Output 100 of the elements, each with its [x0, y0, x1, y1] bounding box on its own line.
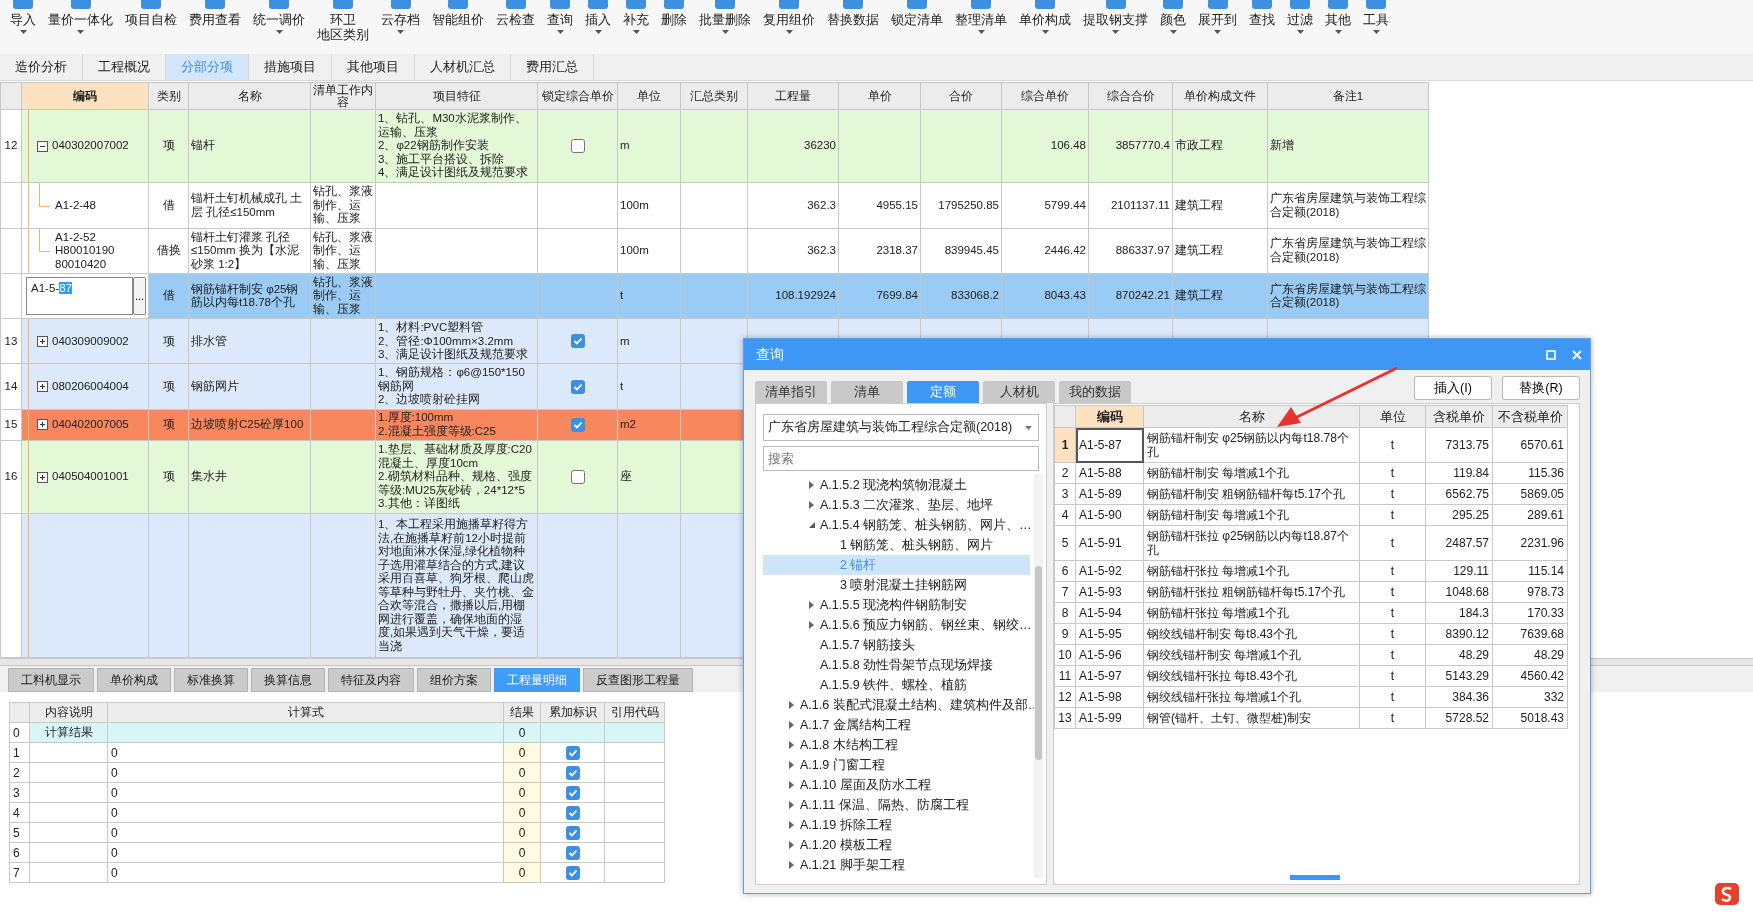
column-header[interactable]: 锁定综合单价	[537, 82, 618, 110]
tree-item[interactable]: A.1.5.8 劲性骨架节点现场焊接	[763, 655, 1030, 675]
column-header[interactable]: 单价构成文件	[1172, 82, 1268, 110]
toolbar-button[interactable]: 过滤	[1281, 0, 1319, 34]
table-row[interactable]: 1 A1-5-87 钢筋锚杆制安 φ25钢筋以内每t18.78个孔 t 7313.75 6570.61	[1054, 427, 1568, 463]
column-header[interactable]: 累加标识	[540, 702, 605, 723]
table-row[interactable]: 8 A1-5-94 钢筋锚杆张拉 每增减1个孔 t 184.3 170.33	[1054, 602, 1568, 624]
toolbar-button[interactable]: 删除	[655, 0, 693, 28]
table-row[interactable]: 6 A1-5-92 钢筋锚杆张拉 每增减1个孔 t 129.11 115.14	[1054, 560, 1568, 582]
table-row[interactable]: 3 A1-5-89 钢筋锚杆制安 粗钢筋锚杆每t5.17个孔 t 6562.75 5869.05	[1054, 483, 1568, 505]
tab[interactable]: 反查图形工程量	[583, 668, 693, 692]
column-header[interactable]: 清单工作内容	[310, 82, 376, 110]
tree-item[interactable]: 1 钢筋笼、桩头钢筋、网片	[763, 535, 1030, 555]
table-row[interactable]: 9 A1-5-95 钢绞线锚杆制安 每t8.43个孔 t 8390.12 7639.68	[1054, 623, 1568, 645]
toolbar-button[interactable]: 环卫 地区类别	[311, 0, 375, 43]
toolbar-button[interactable]: 云存档	[375, 0, 426, 34]
tree-item[interactable]: A.1.5.6 预应力钢筋、钢丝束、钢绞…	[763, 615, 1030, 635]
tab[interactable]: 人材机汇总	[415, 54, 511, 80]
toolbar-button[interactable]: 其他	[1319, 0, 1357, 34]
toolbar-button[interactable]: 工具	[1357, 0, 1395, 34]
tree-item[interactable]: A.1.20 模板工程	[763, 835, 1030, 855]
toolbar-button[interactable]: 批量删除	[693, 0, 757, 34]
column-header[interactable]: 综合单价	[1001, 82, 1089, 110]
tree-item[interactable]: A.1.9 门窗工程	[763, 755, 1030, 775]
column-header[interactable]: 结果	[503, 702, 541, 723]
table-row[interactable]: 5 A1-5-91 钢筋锚杆张拉 φ25钢筋以内每t18.87个孔 t 2487.57 2231.96	[1054, 525, 1568, 561]
column-header[interactable]: 单位	[1359, 405, 1426, 428]
column-header[interactable]: 含税单价	[1425, 405, 1493, 428]
dialog-button[interactable]: 插入(I)	[1414, 376, 1492, 400]
column-header[interactable]: 类别	[148, 82, 189, 110]
toolbar-button[interactable]: 量价一体化	[42, 0, 119, 34]
column-header[interactable]: 综合合价	[1088, 82, 1173, 110]
toolbar-button[interactable]: 补充	[617, 0, 655, 34]
tree-item[interactable]: A.1.5.9 铁件、螺栓、植筋	[763, 675, 1030, 695]
tree-item[interactable]: A.1.5.7 钢筋接头	[763, 635, 1030, 655]
toolbar-button[interactable]: 导入	[4, 0, 42, 34]
tab[interactable]: 组价方案	[417, 668, 491, 692]
column-header[interactable]: 单位	[617, 82, 681, 110]
column-header[interactable]: 内容说明	[29, 702, 108, 723]
tab[interactable]: 费用汇总	[511, 54, 594, 80]
table-row[interactable]: 12 A1-5-98 钢绞线锚杆张拉 每增减1个孔 t 384.36 332	[1054, 686, 1568, 708]
tree-item[interactable]: A.1.10 屋面及防水工程	[763, 775, 1030, 795]
toolbar-button[interactable]: 复用组价	[757, 0, 821, 34]
toolbar-button[interactable]: 单价构成	[1013, 0, 1077, 34]
column-header[interactable]: 编码	[21, 82, 149, 110]
tab[interactable]: 单价构成	[97, 668, 171, 692]
toolbar-button[interactable]: 统一调价	[247, 0, 311, 34]
toolbar-button[interactable]: 项目自检	[119, 0, 183, 28]
table-row[interactable]: 12 040302007002 项 锚杆 1、钻孔、M30水泥浆制作、运输、压浆 2、φ22钢筋制作安装 3、施工平台搭设、拆除 4、满足设计图纸及规范要求 m 36230 106.48 3857770.4 市政工程 新增	[0, 109, 1429, 183]
column-header[interactable]: 合价	[920, 82, 1002, 110]
toolbar-button[interactable]: 查询	[541, 0, 579, 34]
column-header[interactable]: 备注1	[1267, 82, 1429, 110]
toolbar-button[interactable]: 整理清单	[949, 0, 1013, 34]
table-row[interactable]: 11 A1-5-97 钢绞线锚杆张拉 每t8.43个孔 t 5143.29 4560.42	[1054, 665, 1568, 687]
column-header[interactable]: 不含税单价	[1492, 405, 1568, 428]
tree-item[interactable]: A.1.5.2 现浇构筑物混凝土	[763, 475, 1030, 495]
tab[interactable]: 换算信息	[251, 668, 325, 692]
table-row[interactable]: A1-2-52 H80010190 80010420 借换 锚杆土钉灌浆 孔径≤150mm 换为【水泥砂浆 1:2】 钻孔、浆液制作、运输、压浆 100m 362.3 2318.37 839945.45 2446.42 886337.97 建筑工程 广东省房屋建筑与装饰工程综合定额(2018)	[0, 228, 1429, 274]
picker-button[interactable]: ...	[133, 277, 146, 316]
tree-item[interactable]: A.1.8 木结构工程	[763, 735, 1030, 755]
table-row[interactable]: 10 A1-5-96 钢绞线锚杆制安 每增减1个孔 t 48.29 48.29	[1054, 644, 1568, 666]
library-select[interactable]: 广东省房屋建筑与装饰工程综合定额(2018)	[763, 414, 1039, 441]
toolbar-button[interactable]: 费用查看	[183, 0, 247, 28]
column-header[interactable]: 项目特征	[375, 82, 538, 110]
toolbar-button[interactable]: 插入	[579, 0, 617, 34]
toolbar-button[interactable]: 替换数据	[821, 0, 885, 28]
table-row[interactable]: 7 A1-5-93 钢筋锚杆张拉 粗钢筋锚杆每t5.17个孔 t 1048.68 978.73	[1054, 581, 1568, 603]
tree-item[interactable]: 3 喷射混凝土挂钢筋网	[763, 575, 1030, 595]
column-header[interactable]: 计算式	[107, 702, 504, 723]
tab[interactable]: 清单	[831, 381, 903, 403]
tree-item[interactable]: A.1.7 金属结构工程	[763, 715, 1030, 735]
tab[interactable]: 造价分析	[0, 54, 83, 80]
table-row[interactable]: 2 A1-5-88 钢筋锚杆制安 每增减1个孔 t 119.84 115.36	[1054, 462, 1568, 484]
column-header[interactable]: 引用代码	[604, 702, 665, 723]
column-header[interactable]: 汇总类别	[680, 82, 748, 110]
dialog-button[interactable]: 替换(R)	[1502, 376, 1580, 400]
tree-item[interactable]: A.1.5.4 钢筋笼、桩头钢筋、网片、…	[763, 515, 1030, 535]
tab[interactable]: 标准换算	[174, 668, 248, 692]
toolbar-button[interactable]: 智能组价	[426, 0, 490, 28]
toolbar-button[interactable]: 提取钢支撑	[1077, 0, 1154, 34]
tab[interactable]: 我的数据	[1059, 381, 1131, 403]
tree-item[interactable]: A.1.21 脚手架工程	[763, 855, 1030, 875]
table-row[interactable]: 4 A1-5-90 钢筋锚杆制安 每增减1个孔 t 295.25 289.61	[1054, 504, 1568, 526]
table-row[interactable]: 13 A1-5-99 钢管(锚杆、土钉、微型桩)制安 t 5728.52 5018.43	[1054, 707, 1568, 729]
tab[interactable]: 人材机	[983, 381, 1055, 403]
tree-item[interactable]: A.1.5.3 二次灌浆、垫层、地坪	[763, 495, 1030, 515]
column-header[interactable]: 编码	[1075, 405, 1144, 428]
tab[interactable]: 措施项目	[249, 54, 332, 80]
tab[interactable]: 工料机显示	[8, 668, 94, 692]
column-header[interactable]: 工程量	[747, 82, 839, 110]
tab[interactable]: 其他项目	[332, 54, 415, 80]
toolbar-button[interactable]: 锁定清单	[885, 0, 949, 28]
tab[interactable]: 清单指引	[755, 381, 827, 403]
toolbar-button[interactable]: 颜色	[1154, 0, 1192, 34]
column-header[interactable]: 名称	[1143, 405, 1360, 428]
toolbar-button[interactable]: 云检查	[490, 0, 541, 28]
toolbar-button[interactable]: 查找	[1243, 0, 1281, 28]
column-header[interactable]: 名称	[188, 82, 311, 110]
tree-item[interactable]: A.1.11 保温、隔热、防腐工程	[763, 795, 1030, 815]
toolbar-button[interactable]: 展开到	[1192, 0, 1243, 34]
